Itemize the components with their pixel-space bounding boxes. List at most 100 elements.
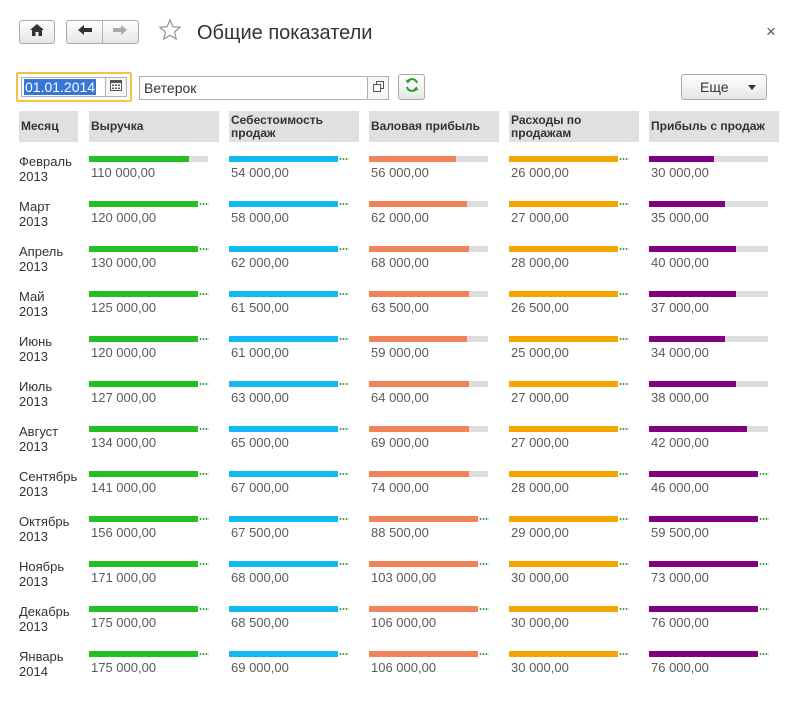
expenses-cell[interactable]: 27 000,00	[509, 426, 640, 456]
month-cell: Март 2013	[19, 199, 81, 229]
gross-cell[interactable]: 68 000,00	[369, 246, 500, 276]
profit-cell[interactable]: 30 000,00	[649, 156, 780, 186]
expenses-cell[interactable]: 29 000,00	[509, 516, 640, 546]
gross-cell[interactable]: 69 000,00	[369, 426, 500, 456]
home-button[interactable]	[19, 20, 55, 44]
cost-cell[interactable]: 61 500,00	[229, 291, 360, 321]
column-header-expenses[interactable]: Расходы по продажам	[509, 111, 639, 142]
expenses-cell[interactable]: 27 000,00	[509, 381, 640, 411]
column-header-cost[interactable]: Себестоимость продаж	[229, 111, 359, 142]
profit-bar-overflow	[759, 518, 769, 520]
table-row[interactable]: Декабрь 2013 175 000,00 68 500,00 106 000,00…	[0, 602, 793, 647]
cost-cell[interactable]: 63 000,00	[229, 381, 360, 411]
month-cell: Июль 2013	[19, 379, 81, 409]
month-cell: Октябрь 2013	[19, 514, 81, 544]
gross-cell[interactable]: 64 000,00	[369, 381, 500, 411]
revenue-cell[interactable]: 125 000,00	[89, 291, 220, 321]
column-header-gross-profit[interactable]: Валовая прибыль	[369, 111, 499, 142]
refresh-button[interactable]	[398, 74, 425, 100]
table-row[interactable]: Январь 2014 175 000,00 69 000,00 106 000,00 3…	[0, 647, 793, 692]
expenses-cell[interactable]: 25 000,00	[509, 336, 640, 366]
gross-cell[interactable]: 106 000,00	[369, 651, 500, 681]
profit-cell[interactable]: 76 000,00	[649, 651, 780, 681]
forward-button[interactable]	[103, 21, 138, 43]
cost-bar	[229, 651, 338, 657]
cost-cell[interactable]: 61 000,00	[229, 336, 360, 366]
revenue-cell[interactable]: 175 000,00	[89, 606, 220, 636]
table-row[interactable]: Ноябрь 2013 171 000,00 68 000,00 103 000,00 3…	[0, 557, 793, 602]
cost-cell[interactable]: 65 000,00	[229, 426, 360, 456]
more-button[interactable]: Еще	[681, 74, 767, 100]
profit-bar-remainder	[736, 381, 768, 387]
revenue-cell[interactable]: 120 000,00	[89, 201, 220, 231]
favorite-button[interactable]	[157, 17, 183, 45]
back-button[interactable]	[67, 21, 102, 43]
expenses-cell[interactable]: 27 000,00	[509, 201, 640, 231]
cost-cell[interactable]: 68 500,00	[229, 606, 360, 636]
gross-cell[interactable]: 62 000,00	[369, 201, 500, 231]
revenue-cell[interactable]: 110 000,00	[89, 156, 220, 186]
calendar-button[interactable]	[105, 77, 127, 97]
expenses-cell[interactable]: 28 000,00	[509, 471, 640, 501]
expenses-cell[interactable]: 30 000,00	[509, 651, 640, 681]
profit-cell[interactable]: 73 000,00	[649, 561, 780, 591]
table-row[interactable]: Март 2013 120 000,00 58 000,00 62 000,00 27 0…	[0, 197, 793, 242]
cost-cell[interactable]: 54 000,00	[229, 156, 360, 186]
table-row[interactable]: Июнь 2013 120 000,00 61 000,00 59 000,00 25 0…	[0, 332, 793, 377]
table-row[interactable]: Август 2013 134 000,00 65 000,00 69 000,00 27…	[0, 422, 793, 467]
table-row[interactable]: Октябрь 2013 156 000,00 67 500,00 88 500,00 2…	[0, 512, 793, 557]
gross-cell[interactable]: 59 000,00	[369, 336, 500, 366]
column-header-profit[interactable]: Прибыль с продаж	[649, 111, 779, 142]
organization-input[interactable]: Ветерок	[139, 76, 367, 100]
expenses-cell[interactable]: 30 000,00	[509, 561, 640, 591]
profit-cell[interactable]: 42 000,00	[649, 426, 780, 456]
profit-cell[interactable]: 37 000,00	[649, 291, 780, 321]
revenue-cell[interactable]: 130 000,00	[89, 246, 220, 276]
column-header-month[interactable]: Месяц	[19, 111, 78, 142]
profit-cell[interactable]: 59 500,00	[649, 516, 780, 546]
close-button[interactable]: ×	[763, 22, 779, 42]
expenses-cell[interactable]: 26 500,00	[509, 291, 640, 321]
revenue-cell[interactable]: 134 000,00	[89, 426, 220, 456]
cost-cell[interactable]: 58 000,00	[229, 201, 360, 231]
open-organization-button[interactable]	[367, 76, 389, 100]
revenue-cell[interactable]: 156 000,00	[89, 516, 220, 546]
gross-value: 106 000,00	[371, 615, 437, 630]
cost-cell[interactable]: 67 000,00	[229, 471, 360, 501]
gross-cell[interactable]: 103 000,00	[369, 561, 500, 591]
revenue-cell[interactable]: 127 000,00	[89, 381, 220, 411]
gross-cell[interactable]: 106 000,00	[369, 606, 500, 636]
cost-cell[interactable]: 69 000,00	[229, 651, 360, 681]
gross-cell[interactable]: 63 500,00	[369, 291, 500, 321]
profit-cell[interactable]: 38 000,00	[649, 381, 780, 411]
profit-cell[interactable]: 35 000,00	[649, 201, 780, 231]
gross-cell[interactable]: 56 000,00	[369, 156, 500, 186]
revenue-cell[interactable]: 171 000,00	[89, 561, 220, 591]
cost-cell[interactable]: 68 000,00	[229, 561, 360, 591]
profit-cell[interactable]: 40 000,00	[649, 246, 780, 276]
expenses-cell[interactable]: 28 000,00	[509, 246, 640, 276]
revenue-cell[interactable]: 120 000,00	[89, 336, 220, 366]
profit-cell[interactable]: 34 000,00	[649, 336, 780, 366]
expenses-cell[interactable]: 30 000,00	[509, 606, 640, 636]
cost-cell[interactable]: 67 500,00	[229, 516, 360, 546]
cost-cell[interactable]: 62 000,00	[229, 246, 360, 276]
table-row[interactable]: Май 2013 125 000,00 61 500,00 63 500,00 26 50…	[0, 287, 793, 332]
expenses-cell[interactable]: 26 000,00	[509, 156, 640, 186]
gross-value: 63 500,00	[371, 300, 429, 315]
profit-cell[interactable]: 76 000,00	[649, 606, 780, 636]
gross-cell[interactable]: 74 000,00	[369, 471, 500, 501]
column-header-revenue[interactable]: Выручка	[89, 111, 219, 142]
gross-cell[interactable]: 88 500,00	[369, 516, 500, 546]
table-row[interactable]: Июль 2013 127 000,00 63 000,00 64 000,00 27 0…	[0, 377, 793, 422]
revenue-cell[interactable]: 175 000,00	[89, 651, 220, 681]
date-field[interactable]: 01.01.2014	[16, 72, 132, 102]
table-row[interactable]: Февраль 2013 110 000,00 54 000,00 56 000,00 2…	[0, 152, 793, 197]
profit-cell[interactable]: 46 000,00	[649, 471, 780, 501]
table-row[interactable]: Сентябрь 2013 141 000,00 67 000,00 74 000,00…	[0, 467, 793, 512]
revenue-cell[interactable]: 141 000,00	[89, 471, 220, 501]
profit-bar-overflow	[759, 563, 769, 565]
table-row[interactable]: Апрель 2013 130 000,00 62 000,00 68 000,00 28…	[0, 242, 793, 287]
date-input[interactable]: 01.01.2014	[21, 77, 105, 97]
cost-value: 62 000,00	[231, 255, 289, 270]
